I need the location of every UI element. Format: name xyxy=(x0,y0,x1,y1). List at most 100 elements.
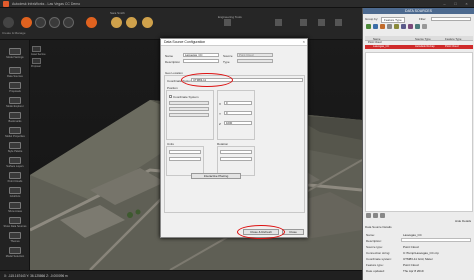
model-settings-icon[interactable] xyxy=(9,48,21,55)
database-icon[interactable] xyxy=(401,24,406,29)
data-source-list-area xyxy=(365,52,473,212)
group-by-select[interactable]: Feature Type xyxy=(381,17,405,23)
hide-details-link[interactable]: Hide Details xyxy=(455,219,471,223)
show-icon[interactable] xyxy=(366,213,371,218)
name-field[interactable]: Lasvegas_CC xyxy=(183,53,219,57)
remove-icon[interactable] xyxy=(387,24,392,29)
property-label: Date updated: xyxy=(366,269,385,273)
add-data-source-icon[interactable] xyxy=(366,24,371,29)
cloud-icon[interactable] xyxy=(394,24,399,29)
tool-label: Model Properties xyxy=(5,135,25,138)
interactive-placing-button[interactable]: Interactive Placing xyxy=(191,173,241,179)
engineering-icon[interactable] xyxy=(224,19,231,26)
show-data-sources-icon[interactable] xyxy=(9,217,21,224)
lock-icon[interactable] xyxy=(380,213,385,218)
point-clouds-icon[interactable] xyxy=(9,172,21,179)
show-areas-icon[interactable] xyxy=(9,202,21,209)
property-label: Feature type: xyxy=(366,263,384,267)
help-icon[interactable] xyxy=(275,19,282,26)
filter-input[interactable] xyxy=(431,17,471,21)
create-manage-button[interactable] xyxy=(21,17,32,28)
engineering-label: Engineering Tools xyxy=(218,15,242,19)
offset-group xyxy=(217,90,255,140)
tool-label: Grid/Axis xyxy=(9,195,21,198)
tool-label: Model Selection xyxy=(5,255,25,258)
property-value: UTM83-11 Grid, Meter xyxy=(403,257,433,261)
property-label: Coordinate system: xyxy=(366,257,392,261)
group-name: Point Cloud xyxy=(368,41,382,44)
account-icon[interactable] xyxy=(335,19,342,26)
maximize-icon[interactable]: □ xyxy=(451,1,460,7)
units-field-1[interactable] xyxy=(169,150,201,154)
tool-label: Themes xyxy=(10,240,20,243)
position-field-2 xyxy=(169,107,209,111)
drainage-icon[interactable] xyxy=(142,17,153,28)
y-label: Y xyxy=(219,112,222,116)
configure-icon[interactable] xyxy=(380,24,385,29)
tool-label: Surface Layers xyxy=(6,165,24,168)
model-explorer-icon[interactable] xyxy=(9,97,21,104)
present-button[interactable] xyxy=(49,17,60,28)
design-button[interactable] xyxy=(35,17,46,28)
property-value: Lasvegas_CC xyxy=(403,233,422,237)
refresh-icon[interactable] xyxy=(373,24,378,29)
property-label: Source type: xyxy=(366,245,383,249)
highlight-close-refresh xyxy=(237,225,285,239)
roads-icon[interactable] xyxy=(111,17,122,28)
x-label: X xyxy=(219,102,222,106)
grid-axis-icon[interactable] xyxy=(9,187,21,194)
close-button[interactable]: Close xyxy=(282,229,304,235)
coord-sys-sub-label: Coordinate System xyxy=(173,95,199,99)
table-row[interactable]: Lasvegas_CC Autodesk ReCap Point Cloud xyxy=(365,45,473,49)
bridges-icon[interactable] xyxy=(126,17,137,28)
data-sources-panel: DATA SOURCES Group by: Feature Type Filt… xyxy=(362,8,474,280)
model-selection-icon[interactable] xyxy=(9,247,21,254)
type-field xyxy=(237,59,273,63)
asset-service-icon[interactable] xyxy=(32,46,41,52)
analyze-button[interactable] xyxy=(63,17,74,28)
bookmarks-icon[interactable] xyxy=(9,112,21,119)
style-palette-icon[interactable] xyxy=(9,142,21,149)
highlight-coordinate-system xyxy=(181,73,233,87)
tool-label: Point Clouds xyxy=(7,180,23,183)
tool-label: Proposals xyxy=(9,90,21,93)
row-name: Lasvegas_CC xyxy=(373,45,390,48)
zoom-to-icon[interactable] xyxy=(373,213,378,218)
proposal-icon[interactable] xyxy=(32,58,41,64)
y-field[interactable]: 0 xyxy=(224,111,252,115)
close-icon[interactable]: × xyxy=(303,39,305,44)
proposals-icon[interactable] xyxy=(9,82,21,89)
settings-button[interactable] xyxy=(86,17,97,28)
surface-layers-icon[interactable] xyxy=(9,157,21,164)
main-toolbar: Engineering Tools Sara Smith Create & Ma… xyxy=(0,8,362,40)
data-sources-icon[interactable] xyxy=(9,67,21,74)
description-field[interactable] xyxy=(183,59,219,63)
close-window-icon[interactable]: × xyxy=(462,1,471,7)
model-properties-icon[interactable] xyxy=(9,127,21,134)
minimize-icon[interactable]: – xyxy=(440,1,449,7)
export-icon[interactable] xyxy=(415,24,420,29)
share-icon[interactable] xyxy=(318,19,325,26)
property-value: C:/Temp/Lasvegas_CC.rcp xyxy=(403,251,439,255)
user-label: Sara Smith xyxy=(110,11,125,15)
position-field-3 xyxy=(169,113,209,117)
position-checkbox[interactable] xyxy=(169,95,172,98)
settings-icon[interactable] xyxy=(422,24,427,29)
row-feature: Point Cloud xyxy=(445,45,459,48)
search-icon[interactable] xyxy=(300,19,307,26)
home-icon[interactable] xyxy=(3,17,14,28)
rotation-field-1[interactable] xyxy=(220,150,252,154)
import-icon[interactable] xyxy=(408,24,413,29)
x-field[interactable]: 0 xyxy=(224,101,252,105)
tool-label: Bookmarks xyxy=(8,120,22,123)
units-field-2[interactable] xyxy=(169,157,201,161)
dialog-title-bar: Data Source Configuration × xyxy=(161,39,307,46)
themes-icon[interactable] xyxy=(9,232,21,239)
widget-label: Proposal xyxy=(31,65,41,68)
source-label: Source xyxy=(223,54,233,58)
panel-title: DATA SOURCES xyxy=(363,8,474,14)
tool-label: Data Sources xyxy=(7,75,23,78)
group-by-label: Group by: xyxy=(365,17,379,21)
z-field[interactable]: 1000 xyxy=(224,121,252,125)
rotation-field-2[interactable] xyxy=(220,157,252,161)
